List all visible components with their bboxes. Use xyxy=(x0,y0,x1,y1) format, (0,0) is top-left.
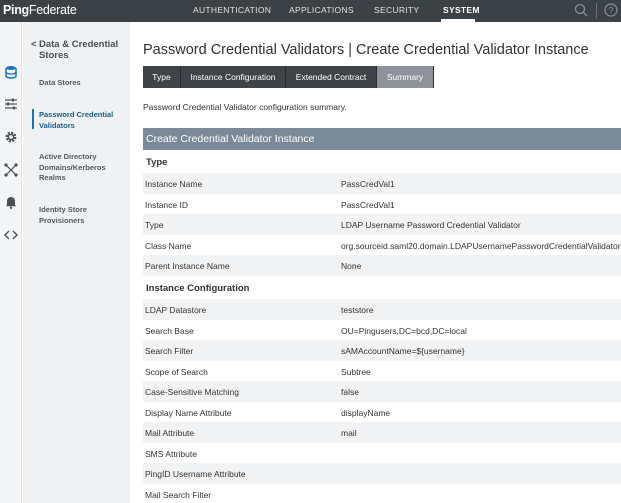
top-bar: PingFederate AUTHENTICATION APPLICATIONS… xyxy=(0,0,621,22)
row-label: Mail Attribute xyxy=(145,428,195,438)
row-value: displayName xyxy=(341,407,391,418)
sliders-icon[interactable] xyxy=(3,96,19,112)
row-label: LDAP Datastore xyxy=(145,305,207,315)
row-label: Type xyxy=(145,220,164,230)
row-label: Search Base xyxy=(145,325,194,336)
nav-active-indicator xyxy=(441,19,475,22)
row-label: Instance Name xyxy=(145,179,203,189)
nav-applications[interactable]: APPLICATIONS xyxy=(289,5,354,15)
row-value: OU=Pingusers,DC=bcd,DC=local xyxy=(341,325,467,336)
table-row: Case-Sensitive Matching false xyxy=(143,381,621,402)
tab-extended-contract[interactable]: Extended Contract xyxy=(286,66,377,88)
page-title-part1: Password Credential Validators xyxy=(143,42,345,58)
code-icon[interactable] xyxy=(3,227,19,243)
table-row: Scope of Search Subtree xyxy=(143,361,621,382)
row-value: mail xyxy=(341,428,357,438)
table-row: Search Filter sAMAccountName=${username} xyxy=(143,340,621,361)
row-label: Instance ID xyxy=(145,199,188,210)
row-value: PassCredVal1 xyxy=(341,199,395,210)
row-value: PassCredVal1 xyxy=(341,179,395,189)
row-value: teststore xyxy=(341,305,374,315)
section-header: Create Credential Validator Instance xyxy=(143,128,621,150)
row-value: false xyxy=(341,387,359,397)
sidebar-item-identity-store-provisioners[interactable]: Identity Store Provisioners xyxy=(39,205,125,226)
top-separator xyxy=(596,3,597,18)
help-icon[interactable]: ? xyxy=(603,2,619,18)
sidebar-active-indicator xyxy=(32,109,34,129)
secondary-sidebar: < Data & Credential Stores Data Stores P… xyxy=(23,22,130,503)
table-row: Type LDAP Username Password Credential V… xyxy=(143,214,621,235)
summary-description: Password Credential Validator configurat… xyxy=(143,102,347,112)
network-icon[interactable] xyxy=(3,162,19,178)
table-row: PingID Username Attribute xyxy=(143,463,621,484)
group-heading-instance-configuration: Instance Configuration xyxy=(146,283,250,294)
nav-security[interactable]: SECURITY xyxy=(374,5,419,15)
sidebar-title[interactable]: Data & Credential Stores xyxy=(39,39,129,61)
nav-authentication[interactable]: AUTHENTICATION xyxy=(193,5,271,15)
table-row: Instance Name PassCredVal1 xyxy=(143,173,621,194)
logo-ping: Ping xyxy=(3,3,29,17)
group-heading-type: Type xyxy=(146,157,168,168)
row-label: Display Name Attribute xyxy=(145,407,232,418)
row-value: org.sourceid.saml20.domain.LDAPUsernameP… xyxy=(341,240,621,251)
sidebar-item-password-credential-validators[interactable]: Password Credential Validators xyxy=(39,110,125,131)
svg-text:?: ? xyxy=(608,5,613,15)
sidebar-item-active-directory-domains[interactable]: Active Directory Domains/Kerberos Realms xyxy=(39,152,125,184)
database-icon[interactable] xyxy=(3,64,19,80)
table-row: Mail Attribute mail xyxy=(143,422,621,443)
table-row: LDAP Datastore teststore xyxy=(143,299,621,320)
page-title-part2: Create Credential Validator Instance xyxy=(356,42,589,58)
row-label: Class Name xyxy=(145,240,192,251)
row-label: Case-Sensitive Matching xyxy=(145,387,240,397)
row-label: Search Filter xyxy=(145,346,194,356)
table-row: SMS Attribute xyxy=(143,443,621,464)
sidebar-item-data-stores[interactable]: Data Stores xyxy=(39,78,125,89)
table-row: Parent Instance Name None xyxy=(143,255,621,276)
tab-summary[interactable]: Summary xyxy=(377,66,434,88)
row-label: PingID Username Attribute xyxy=(145,469,246,479)
table-row: Search Base OU=Pingusers,DC=bcd,DC=local xyxy=(143,320,621,341)
row-value: Subtree xyxy=(341,366,371,377)
table-row: Class Name org.sourceid.saml20.domain.LD… xyxy=(143,235,621,256)
tab-type[interactable]: Type xyxy=(143,66,181,88)
row-value: None xyxy=(341,261,362,271)
row-label: SMS Attribute xyxy=(145,448,197,459)
logo-federate: Federate xyxy=(28,3,77,17)
tab-instance-configuration[interactable]: Instance Configuration xyxy=(181,66,286,88)
nav-system[interactable]: SYSTEM xyxy=(443,5,480,15)
page-title-separator: | xyxy=(348,42,352,58)
row-label: Mail Search Filter xyxy=(145,489,212,500)
page-title: Password Credential Validators | Create Cr… xyxy=(143,42,589,58)
bell-icon[interactable] xyxy=(3,194,19,210)
table-row: Display Name Attribute displayName xyxy=(143,402,621,423)
row-value: sAMAccountName=${username} xyxy=(341,346,465,356)
back-chevron-icon[interactable]: < xyxy=(31,39,37,50)
pingfederate-logo[interactable]: PingFederate xyxy=(3,3,77,17)
row-value: LDAP Username Password Credential Valida… xyxy=(341,220,521,230)
icon-rail xyxy=(0,22,22,503)
table-row: Instance ID PassCredVal1 xyxy=(143,194,621,215)
gear-icon[interactable] xyxy=(3,129,19,145)
table-row: Mail Search Filter xyxy=(143,484,621,503)
row-label: Parent Instance Name xyxy=(145,261,230,271)
search-icon[interactable] xyxy=(573,2,589,18)
row-label: Scope of Search xyxy=(145,366,208,377)
